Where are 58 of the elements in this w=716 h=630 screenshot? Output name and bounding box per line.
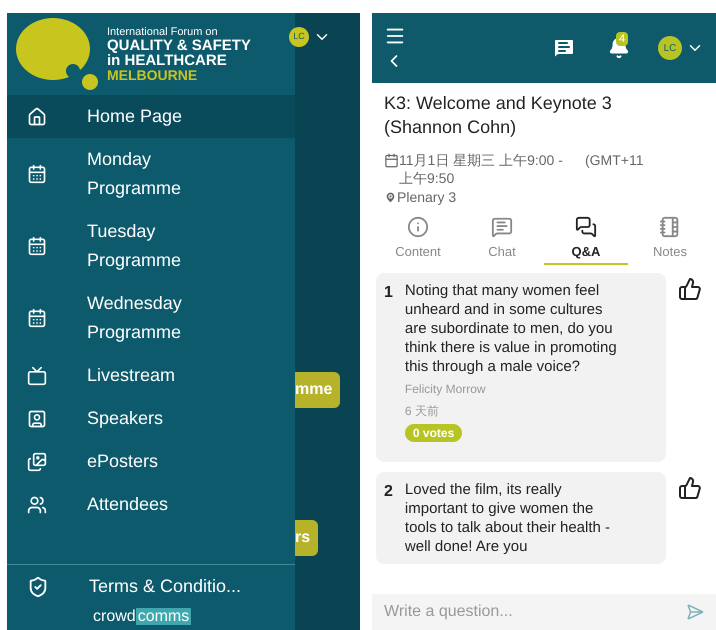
thumbs-up-icon[interactable]	[678, 476, 702, 500]
question-text: Noting that many women feel unheard and in some cultures are subordinate to men, do you think there is value in promoting this through a male voice?	[404, 280, 618, 376]
calendar-icon	[27, 236, 47, 256]
question-time: 6 天前	[404, 402, 440, 420]
votes-count: 0 votes	[404, 424, 462, 442]
avatar[interactable]: LC	[289, 27, 309, 47]
question-input[interactable]: Write a question...	[372, 594, 716, 630]
calendar-icon	[27, 164, 47, 184]
session-timezone: (GMT+11	[585, 151, 644, 170]
avatar[interactable]: LC	[658, 36, 682, 60]
conversation-icon	[575, 216, 597, 238]
calendar-icon	[27, 308, 47, 328]
drawer-item-label: Monday Programme	[87, 148, 182, 200]
session-location: Plenary 3	[397, 188, 456, 207]
tab[interactable]: Content	[376, 216, 460, 264]
logo-subtitle: International Forum on	[107, 26, 219, 38]
drawer-item[interactable]: Speakers	[7, 397, 295, 440]
notebook-icon	[659, 216, 681, 238]
images-icon	[27, 452, 47, 472]
terms-link[interactable]: Terms & Conditio...	[7, 573, 295, 600]
drawer-item-label: Attendees	[87, 493, 170, 516]
home-icon	[27, 106, 47, 126]
question-author: Felicity Morrow	[404, 380, 487, 398]
drawer-item[interactable]: Tuesday Programme	[7, 210, 295, 282]
people-icon	[27, 494, 47, 514]
shield-icon	[27, 576, 49, 598]
drawer-item[interactable]: Attendees	[7, 483, 295, 526]
logo-title: in HEALTHCARE	[107, 52, 228, 68]
drawer-item[interactable]: Home Page	[7, 95, 295, 138]
drawer-item[interactable]: Wednesday Programme	[7, 282, 295, 354]
question-number: 1	[384, 282, 393, 302]
tab[interactable]: Notes	[628, 216, 712, 264]
tv-icon	[27, 366, 47, 386]
question-text: Loved the film, its really important to give women the tools to talk about their health - well done! Are you	[404, 480, 612, 556]
info-icon	[407, 216, 429, 238]
calendar-icon	[384, 153, 399, 168]
drawer-item-label: Home Page	[87, 105, 184, 128]
person-card-icon	[27, 408, 47, 428]
drawer-item-label: Livestream	[87, 364, 176, 387]
drawer-item[interactable]: ePosters	[7, 440, 295, 483]
session-title: K3: Welcome and Keynote 3 (Shannon Cohn)	[384, 92, 613, 139]
tab[interactable]: Q&A	[544, 216, 628, 264]
drawer-item[interactable]: Monday Programme	[7, 138, 295, 210]
drawer-item-label: ePosters	[87, 450, 160, 473]
session-date: 11月1日 星期三 上午9:00 - 上午9:50	[399, 151, 564, 187]
logo-city: MELBOURNE	[107, 68, 198, 82]
question-number: 2	[384, 482, 393, 502]
tab[interactable]: Chat	[460, 216, 544, 264]
logo-title: QUALITY & SAFETY	[107, 38, 251, 52]
drawer-item-label: Wednesday Programme	[87, 292, 183, 344]
drawer-item-label: Tuesday Programme	[87, 220, 182, 272]
notification-badge: 4	[616, 32, 628, 46]
chat-icon	[491, 216, 513, 238]
thumbs-up-icon[interactable]	[678, 276, 702, 300]
drawer-item[interactable]: Livestream	[7, 354, 295, 397]
location-pin-icon	[384, 191, 397, 204]
brand-logo: crowd comms	[93, 608, 192, 626]
drawer-item-label: Speakers	[87, 407, 164, 430]
